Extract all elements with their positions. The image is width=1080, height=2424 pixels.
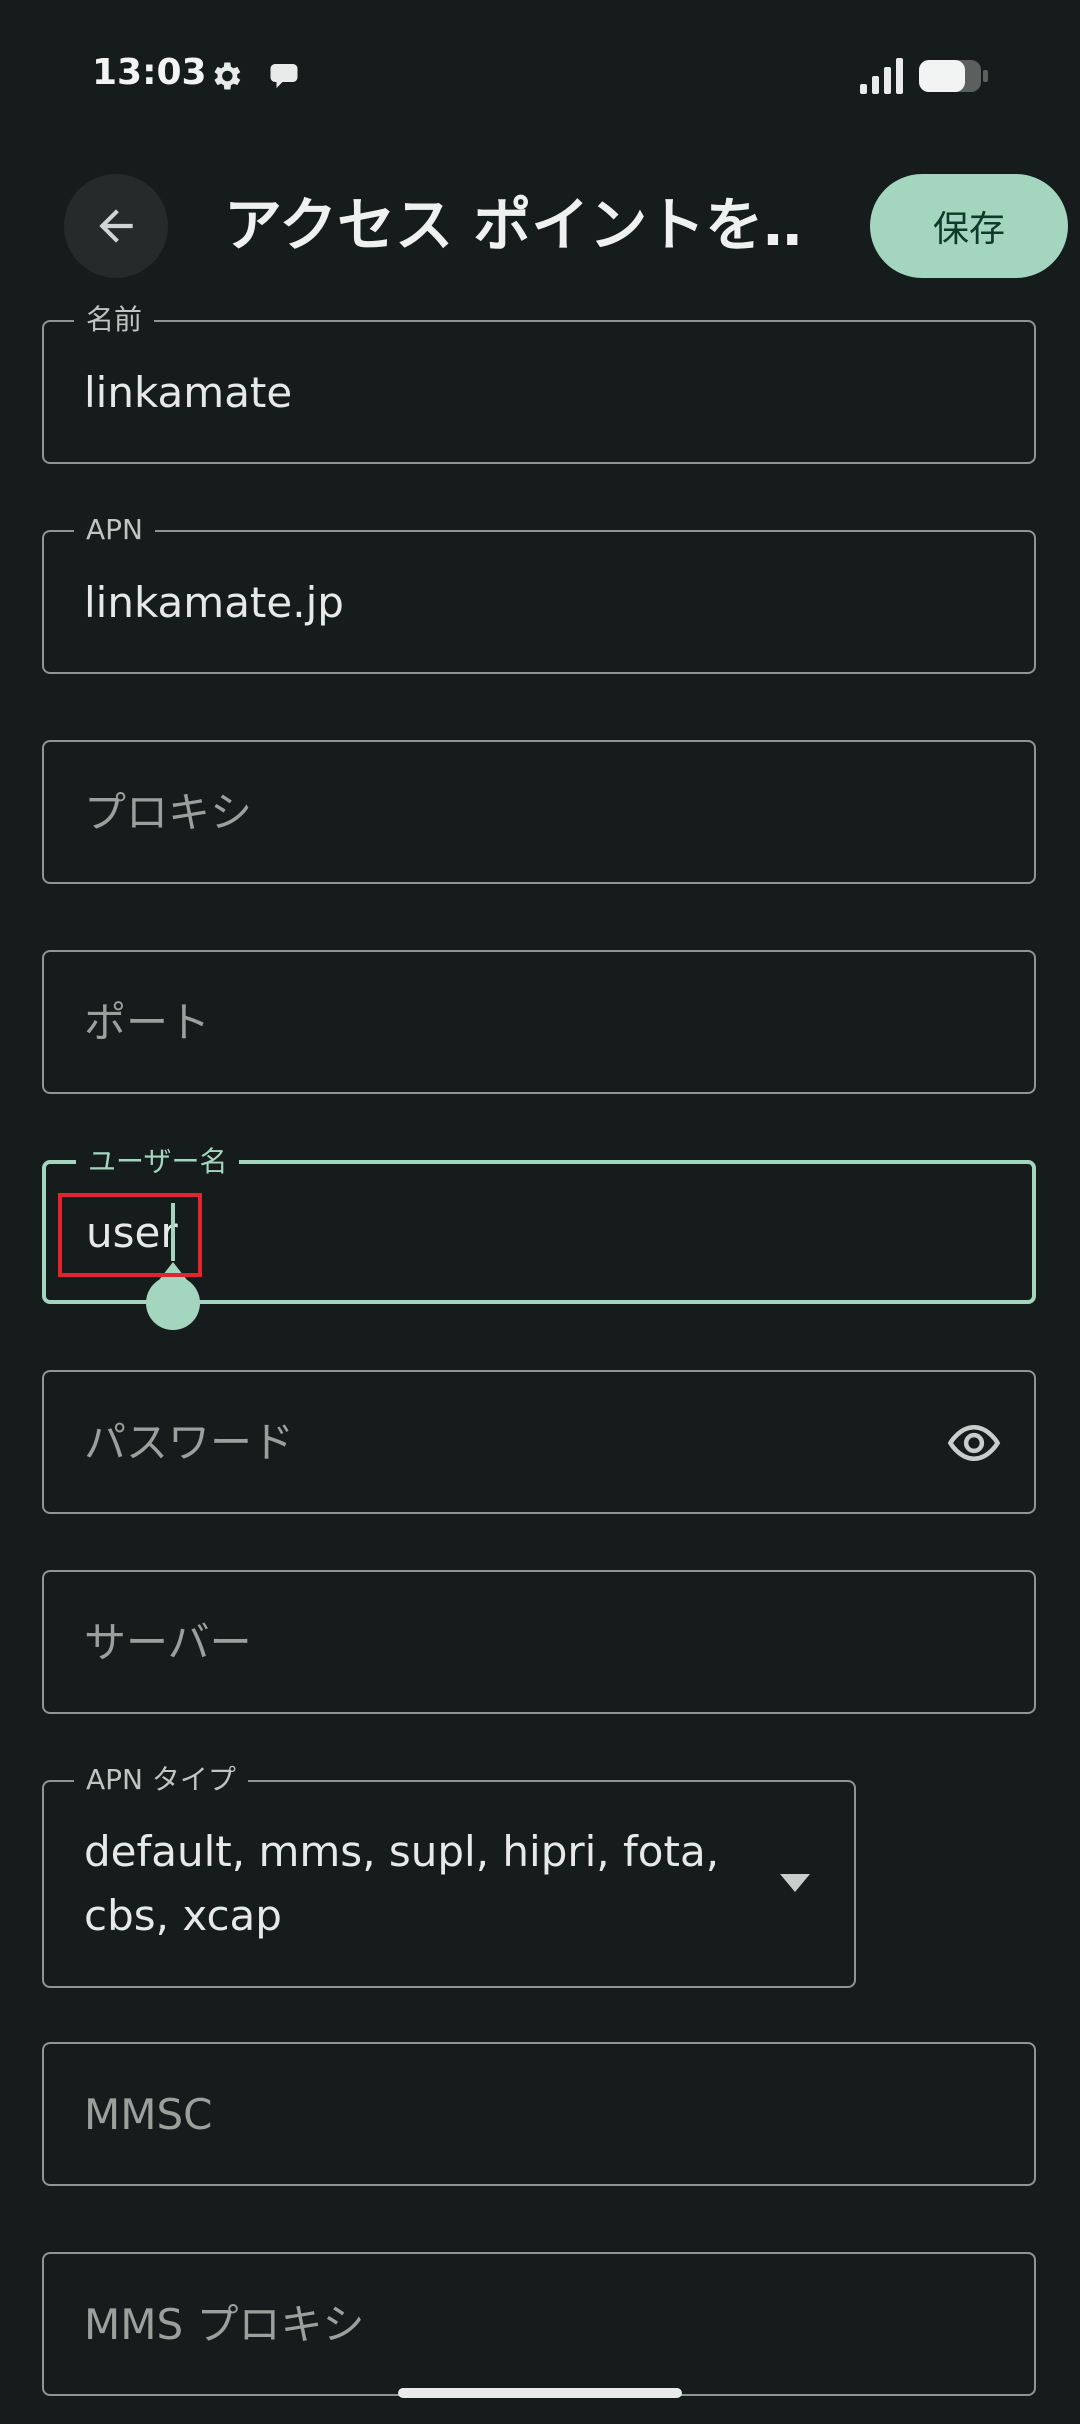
port-placeholder: ポート: [84, 998, 211, 1047]
server-placeholder: サーバー: [84, 1618, 252, 1667]
name-field[interactable]: 名前 linkamate: [42, 300, 1036, 464]
password-field[interactable]: パスワード: [42, 1370, 1036, 1514]
apn-field[interactable]: APN linkamate.jp: [42, 510, 1036, 674]
battery-icon: [919, 60, 988, 92]
apn-type-value: default, mms, supl, hipri, fota, cbs, xc…: [84, 1827, 720, 1940]
app-bar: アクセス ポイントを… 保存: [0, 160, 1080, 290]
apn-value: linkamate.jp: [84, 578, 344, 627]
back-button[interactable]: [64, 174, 168, 278]
port-field[interactable]: ポート: [42, 950, 1036, 1094]
dropdown-arrow-icon: [780, 1874, 810, 1892]
save-button[interactable]: 保存: [870, 174, 1068, 278]
password-placeholder: パスワード: [84, 1418, 295, 1467]
eye-icon[interactable]: [944, 1416, 1004, 1470]
mms-proxy-field[interactable]: MMS プロキシ: [42, 2252, 1036, 2396]
server-field[interactable]: サーバー: [42, 1570, 1036, 1714]
cursor-handle[interactable]: [146, 1262, 200, 1330]
page-title: アクセス ポイントを…: [224, 191, 804, 259]
proxy-field[interactable]: プロキシ: [42, 740, 1036, 884]
mmsc-field[interactable]: MMSC: [42, 2042, 1036, 2186]
username-label: ユーザー名: [76, 1142, 240, 1182]
arrow-back-icon: [99, 209, 133, 243]
gear-icon: [214, 62, 241, 90]
mms-proxy-placeholder: MMS プロキシ: [84, 2300, 365, 2349]
status-time: 13:03: [92, 52, 207, 93]
signal-icon: [860, 58, 903, 94]
apn-type-label: APN タイプ: [74, 1760, 248, 1800]
mmsc-placeholder: MMSC: [84, 2090, 213, 2139]
highlight-box: [58, 1193, 202, 1277]
name-value: linkamate: [84, 368, 293, 417]
home-indicator[interactable]: [398, 2388, 682, 2398]
apn-label: APN: [74, 510, 155, 550]
name-label: 名前: [74, 300, 155, 340]
apn-type-select[interactable]: APN タイプ default, mms, supl, hipri, fota,…: [42, 1760, 856, 1988]
status-bar: 13:03: [0, 0, 1080, 150]
chat-bubble-icon: [270, 64, 298, 88]
proxy-placeholder: プロキシ: [84, 788, 253, 837]
